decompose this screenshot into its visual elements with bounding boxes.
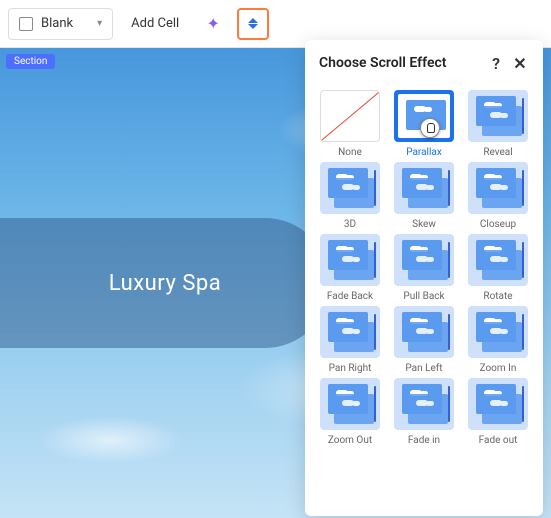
effect-thumb bbox=[394, 378, 454, 430]
effect-label: Pan Left bbox=[405, 363, 442, 374]
effect-thumb bbox=[394, 90, 454, 142]
effect-thumb bbox=[394, 162, 454, 214]
effect-label: Closeup bbox=[480, 219, 516, 230]
effect-thumb bbox=[468, 306, 528, 358]
close-icon[interactable]: ✕ bbox=[511, 54, 529, 72]
chevron-down-icon: ▾ bbox=[97, 18, 102, 29]
sparkle-button[interactable]: ✦ bbox=[197, 8, 229, 40]
effect-label: 3D bbox=[344, 219, 356, 230]
effect-option-skew[interactable]: Skew bbox=[389, 162, 459, 230]
checkbox-icon bbox=[19, 17, 33, 31]
effect-option-rotate[interactable]: Rotate bbox=[463, 234, 533, 302]
effect-option-fade-in[interactable]: Fade in bbox=[389, 378, 459, 446]
effect-thumb bbox=[468, 378, 528, 430]
effect-thumb bbox=[468, 234, 528, 286]
cursor-icon bbox=[420, 118, 440, 138]
blank-label: Blank bbox=[41, 16, 73, 31]
effect-label: Fade in bbox=[408, 435, 440, 446]
sparkle-icon: ✦ bbox=[206, 14, 219, 33]
effect-label: Fade Back bbox=[327, 291, 373, 302]
effect-option-pull-back[interactable]: Pull Back bbox=[389, 234, 459, 302]
effect-label: Pull Back bbox=[403, 291, 444, 302]
effect-thumb bbox=[320, 306, 380, 358]
effect-label: Fade out bbox=[479, 435, 518, 446]
effect-thumb bbox=[320, 378, 380, 430]
effect-thumb bbox=[394, 234, 454, 286]
effect-option-reveal[interactable]: Reveal bbox=[463, 90, 533, 158]
effect-thumb bbox=[468, 90, 528, 142]
scroll-effects-button[interactable] bbox=[237, 8, 269, 40]
effect-thumb bbox=[320, 234, 380, 286]
help-icon[interactable]: ? bbox=[487, 54, 505, 72]
effects-grid: None Parallax Reveal 3D Skew Closeup Fade Back… bbox=[305, 82, 543, 454]
add-cell-button[interactable]: Add Cell bbox=[121, 8, 189, 40]
panel-title: Choose Scroll Effect bbox=[319, 55, 481, 71]
effect-label: Zoom In bbox=[480, 363, 517, 374]
panel-header: Choose Scroll Effect ? ✕ bbox=[305, 40, 543, 82]
add-cell-label: Add Cell bbox=[131, 16, 179, 31]
effect-option-zoom-out[interactable]: Zoom Out bbox=[315, 378, 385, 446]
effect-option-zoom-in[interactable]: Zoom In bbox=[463, 306, 533, 374]
hero-title: Luxury Spa bbox=[109, 271, 221, 296]
effect-option-parallax[interactable]: Parallax bbox=[389, 90, 459, 158]
scroll-effects-icon bbox=[248, 18, 258, 29]
effect-option-pan-left[interactable]: Pan Left bbox=[389, 306, 459, 374]
effect-label: Skew bbox=[412, 219, 436, 230]
effect-option-3d[interactable]: 3D bbox=[315, 162, 385, 230]
effect-thumb bbox=[394, 306, 454, 358]
effect-thumb bbox=[468, 162, 528, 214]
effect-thumb bbox=[320, 90, 380, 142]
effect-option-none[interactable]: None bbox=[315, 90, 385, 158]
effect-thumb bbox=[320, 162, 380, 214]
effect-label: Zoom Out bbox=[328, 435, 372, 446]
effect-option-fade-back[interactable]: Fade Back bbox=[315, 234, 385, 302]
blank-dropdown[interactable]: Blank ▾ bbox=[8, 8, 113, 40]
effect-label: Pan Right bbox=[329, 363, 372, 374]
scroll-effect-panel: Choose Scroll Effect ? ✕ None Parallax Rev… bbox=[305, 40, 543, 516]
section-tag[interactable]: Section bbox=[6, 54, 55, 69]
effect-label: Rotate bbox=[483, 291, 512, 302]
effect-label: Parallax bbox=[406, 147, 442, 158]
hero-shape: Luxury Spa bbox=[0, 218, 330, 348]
effect-option-pan-right[interactable]: Pan Right bbox=[315, 306, 385, 374]
effect-label: Reveal bbox=[483, 147, 512, 158]
effect-label: None bbox=[338, 147, 362, 158]
effect-option-fade-out[interactable]: Fade out bbox=[463, 378, 533, 446]
effect-option-closeup[interactable]: Closeup bbox=[463, 162, 533, 230]
